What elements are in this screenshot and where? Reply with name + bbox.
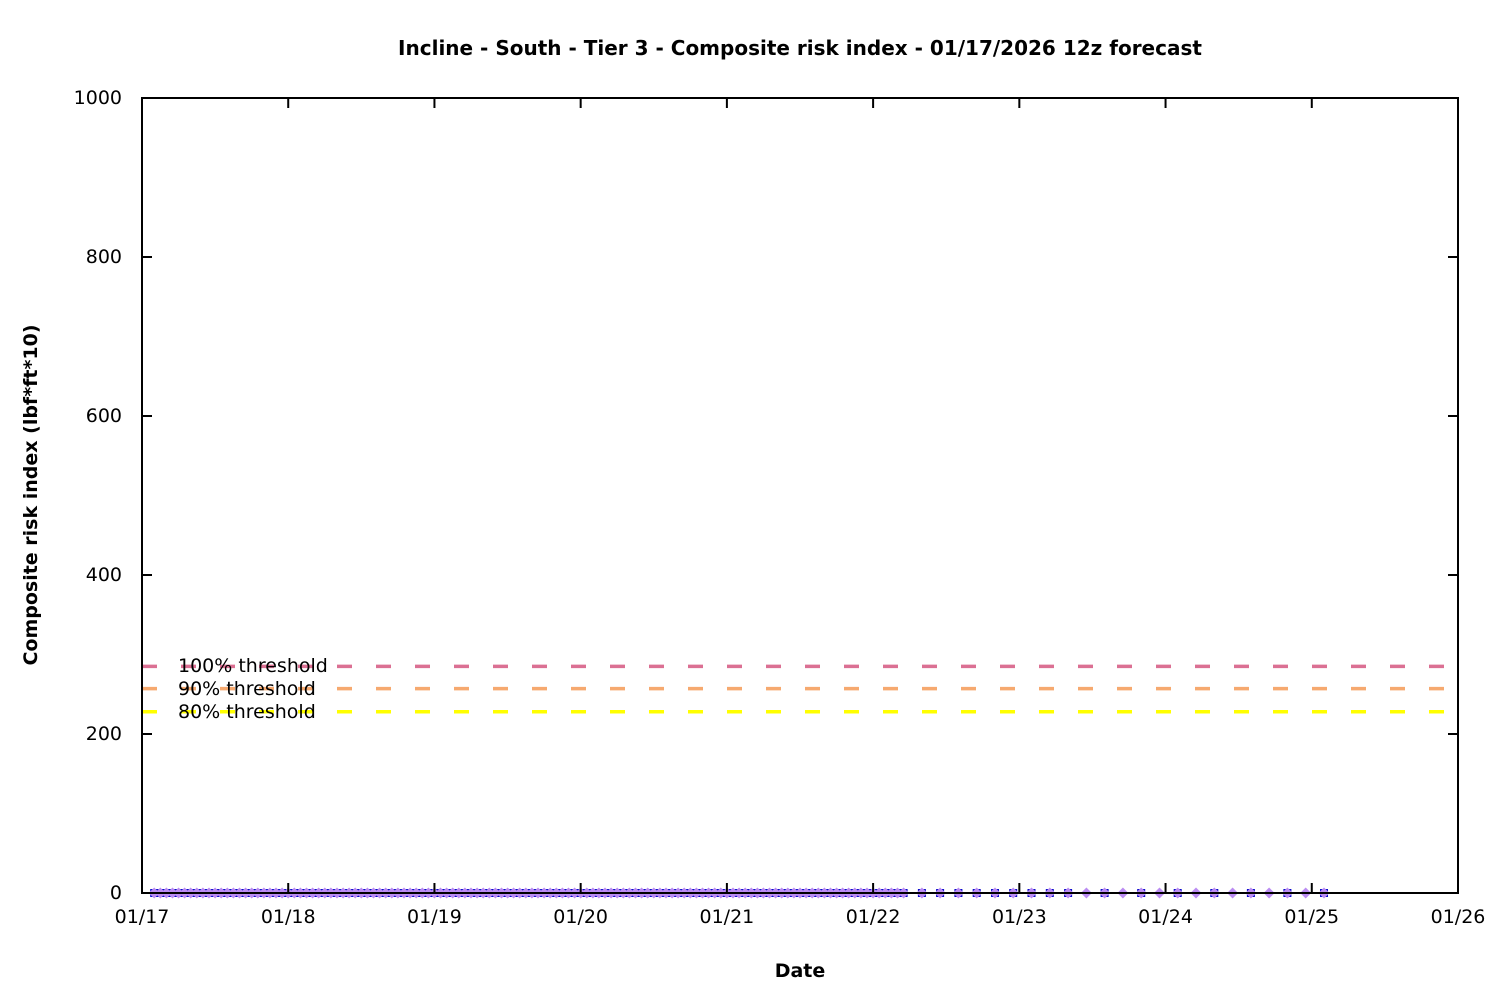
x-tick-label: 01/17 — [114, 906, 170, 928]
y-tick-label: 800 — [85, 246, 122, 268]
y-tick-label: 200 — [85, 723, 122, 745]
x-tick-label: 01/23 — [991, 906, 1047, 928]
plot-area — [141, 97, 1459, 899]
x-tick-label: 01/19 — [407, 906, 462, 928]
x-tick-label: 01/26 — [1430, 906, 1486, 928]
x-tick-label: 01/25 — [1284, 906, 1340, 928]
y-tick-label: 1000 — [73, 87, 122, 109]
x-tick-label: 01/24 — [1138, 906, 1193, 928]
composite-risk-chart: Incline - South - Tier 3 - Composite ris… — [0, 0, 1500, 1000]
threshold-label: 80% threshold — [178, 700, 316, 723]
x-tick-label: 01/18 — [260, 906, 316, 928]
y-tick-label: 600 — [85, 405, 122, 427]
threshold-label: 100% threshold — [178, 655, 328, 678]
x-tick-label: 01/21 — [699, 906, 755, 928]
chart-title: Incline - South - Tier 3 - Composite ris… — [398, 36, 1202, 60]
y-axis-title: Composite risk index (lbf*ft*10) — [20, 324, 42, 666]
x-axis-title: Date — [774, 960, 826, 982]
y-tick-label: 400 — [85, 564, 122, 586]
plot-border — [141, 97, 1459, 894]
x-tick-label: 01/20 — [553, 906, 609, 928]
y-tick-label: 0 — [109, 882, 122, 904]
threshold-label: 90% threshold — [178, 677, 316, 700]
axis-ticks — [141, 97, 1459, 894]
x-tick-label: 01/22 — [845, 906, 901, 928]
